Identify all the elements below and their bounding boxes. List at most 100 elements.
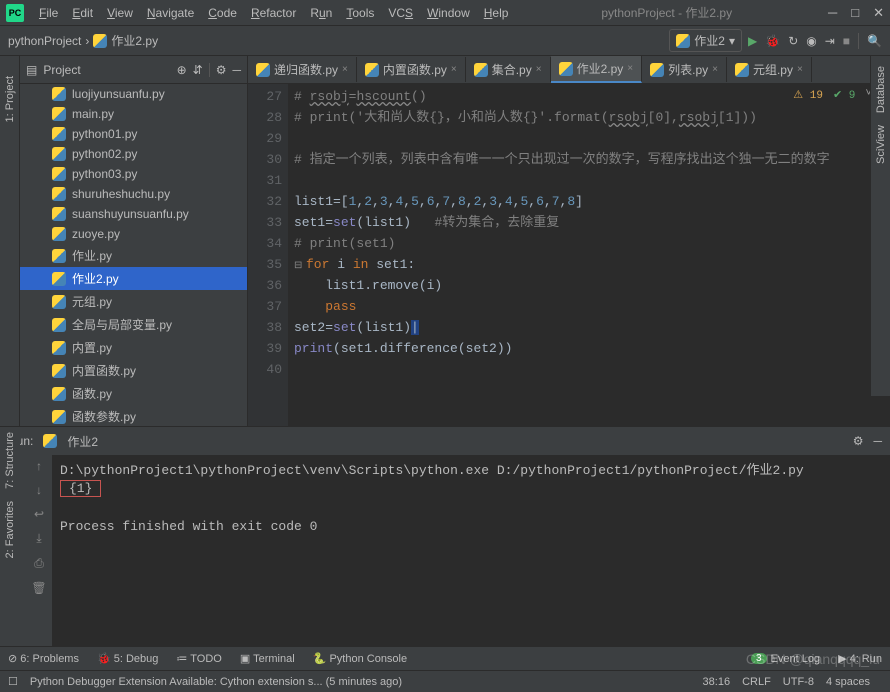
sidebar-database-tab[interactable]: Database — [875, 66, 887, 113]
tree-item[interactable]: python02.py — [20, 144, 247, 164]
close-icon[interactable]: ✕ — [873, 5, 884, 21]
settings-gear-icon[interactable]: ⚙ — [216, 63, 227, 77]
tree-item[interactable]: luojiyunsuanfu.py — [20, 84, 247, 104]
code-content[interactable]: # rsobj=hscount()# print('大和尚人数{}，小和尚人数{… — [288, 84, 890, 426]
editor-tab[interactable]: 列表.py× — [642, 57, 727, 82]
project-tree[interactable]: luojiyunsuanfu.pymain.pypython01.pypytho… — [20, 84, 247, 426]
sidebar-structure-tab[interactable]: 7: Structure — [4, 432, 16, 489]
editor-tab[interactable]: 内置函数.py× — [357, 57, 466, 82]
status-eol[interactable]: CRLF — [742, 676, 771, 688]
close-tab-icon[interactable]: × — [712, 64, 718, 75]
hide-pane-icon[interactable]: ─ — [232, 63, 241, 77]
project-dropdown-icon[interactable]: ▤ — [26, 63, 37, 77]
menu-edit[interactable]: Edit — [65, 4, 100, 22]
bottom-tab-console[interactable]: 🐍 Python Console — [313, 652, 407, 665]
run-config-select[interactable]: 作业2 ▾ — [669, 29, 742, 52]
tree-item[interactable]: zuoye.py — [20, 224, 247, 244]
menu-vcs[interactable]: VCS — [381, 4, 420, 22]
menu-file[interactable]: File — [32, 4, 65, 22]
maximize-icon[interactable]: □ — [851, 5, 859, 21]
soft-wrap-icon[interactable]: ↩ — [34, 507, 44, 521]
tree-item[interactable]: 函数参数.py — [20, 405, 247, 426]
menu-code[interactable]: Code — [201, 4, 244, 22]
close-tab-icon[interactable]: × — [342, 64, 348, 75]
debug-button-icon[interactable]: 🐞 — [765, 34, 780, 48]
ok-count-icon[interactable]: ✔ 9 — [833, 88, 855, 102]
close-tab-icon[interactable]: × — [627, 63, 633, 74]
tree-item[interactable]: main.py — [20, 104, 247, 124]
menu-navigate[interactable]: Navigate — [140, 4, 201, 22]
bottom-tab-todo[interactable]: ≔ TODO — [176, 652, 221, 665]
tree-item-label: shuruheshuchu.py — [72, 187, 170, 201]
scroll-end-icon[interactable]: ⤓ — [36, 531, 41, 546]
close-tab-icon[interactable]: × — [536, 64, 542, 75]
hide-pane-icon[interactable]: ─ — [873, 434, 882, 448]
search-icon[interactable]: 🔍 — [867, 34, 882, 48]
project-pane-title[interactable]: Project — [43, 63, 170, 77]
editor-body[interactable]: 2728293031323334353637383940 # rsobj=hsc… — [248, 84, 890, 426]
tree-item[interactable]: 全局与局部变量.py — [20, 313, 247, 336]
tree-item-label: 函数.py — [72, 385, 112, 402]
bottom-tab-terminal[interactable]: ▣ Terminal — [240, 652, 295, 665]
run-pane-config[interactable]: 作业2 — [67, 433, 98, 450]
bottom-tab-debug[interactable]: 🐞 5: Debug — [97, 652, 158, 665]
menu-tools[interactable]: Tools — [339, 4, 381, 22]
tree-item[interactable]: 函数.py — [20, 382, 247, 405]
close-tab-icon[interactable]: × — [451, 64, 457, 75]
python-file-icon — [43, 434, 57, 448]
tree-item[interactable]: 元组.py — [20, 290, 247, 313]
editor-tab[interactable]: 集合.py× — [466, 57, 551, 82]
select-open-file-icon[interactable]: ⊕ — [177, 63, 187, 77]
left-tool-gutter-lower: 7: Structure 2: Favorites — [0, 432, 20, 632]
up-icon[interactable]: ↑ — [36, 459, 42, 473]
run-button-icon[interactable]: ▶ — [748, 34, 757, 48]
attach-icon[interactable]: ⇥ — [825, 34, 835, 48]
collapse-all-icon[interactable]: ⇵ — [193, 63, 203, 77]
menu-help[interactable]: Help — [477, 4, 516, 22]
editor-tab[interactable]: 作业2.py× — [551, 56, 643, 83]
status-indent[interactable]: 4 spaces — [826, 676, 870, 688]
tree-item-label: 作业.py — [72, 247, 112, 264]
editor-tab[interactable]: 递归函数.py× — [248, 57, 357, 82]
print-icon[interactable]: ⎙ — [34, 556, 44, 571]
close-tab-icon[interactable]: × — [797, 64, 803, 75]
sidebar-favorites-tab[interactable]: 2: Favorites — [4, 501, 16, 558]
pycharm-logo-icon: PC — [6, 4, 24, 22]
bottom-tab-problems[interactable]: ⊘ 6: Problems — [8, 652, 79, 665]
output-finish: Process finished with exit code 0 — [60, 519, 882, 534]
coverage-icon[interactable]: ↻ — [788, 34, 798, 48]
tree-item[interactable]: 内置函数.py — [20, 359, 247, 382]
run-tool-window: Run: 作业2 ⚙ ─ ▶ ■ ⊞ 📌 ↑ ↓ ↩ ⤓ ⎙ 🗑 D:\pyth… — [0, 426, 890, 646]
editor-inspections[interactable]: ⚠ 19 ✔ 9 ˅ — [793, 88, 872, 102]
tree-item[interactable]: suanshuyunsuanfu.py — [20, 204, 247, 224]
editor-tab[interactable]: 元组.py × — [727, 57, 812, 82]
status-bar: ☐ Python Debugger Extension Available: C… — [0, 670, 890, 692]
tree-item[interactable]: python01.py — [20, 124, 247, 144]
tree-item[interactable]: 内置.py — [20, 336, 247, 359]
menu-view[interactable]: View — [100, 4, 140, 22]
tree-item[interactable]: 作业.py — [20, 244, 247, 267]
sidebar-sciview-tab[interactable]: SciView — [875, 125, 887, 164]
status-message[interactable]: Python Debugger Extension Available: Cyt… — [30, 676, 402, 688]
status-caret-pos[interactable]: 38:16 — [703, 676, 731, 688]
breadcrumb-root[interactable]: pythonProject — [8, 34, 81, 48]
status-notification-icon[interactable]: ☐ — [8, 675, 18, 688]
tree-item[interactable]: python03.py — [20, 164, 247, 184]
tab-label: 元组.py — [753, 61, 793, 78]
tree-item[interactable]: 作业2.py — [20, 267, 247, 290]
menu-run[interactable]: Run — [303, 4, 339, 22]
settings-gear-icon[interactable]: ⚙ — [853, 434, 864, 448]
profile-icon[interactable]: ◉ — [806, 34, 816, 48]
minimize-icon[interactable]: ─ — [828, 5, 837, 21]
down-icon[interactable]: ↓ — [36, 483, 42, 497]
menu-window[interactable]: Window — [420, 4, 477, 22]
breadcrumb-file[interactable]: 作业2.py — [111, 32, 158, 49]
clear-icon[interactable]: 🗑 — [31, 581, 46, 595]
status-encoding[interactable]: UTF-8 — [783, 676, 814, 688]
sidebar-project-tab[interactable]: 1: Project — [4, 76, 16, 122]
menu-refactor[interactable]: Refactor — [244, 4, 303, 22]
stop-icon[interactable]: ■ — [843, 34, 850, 48]
tree-item[interactable]: shuruheshuchu.py — [20, 184, 247, 204]
run-output[interactable]: D:\pythonProject1\pythonProject\venv\Scr… — [52, 455, 890, 646]
warning-count-icon[interactable]: ⚠ 19 — [793, 88, 823, 102]
